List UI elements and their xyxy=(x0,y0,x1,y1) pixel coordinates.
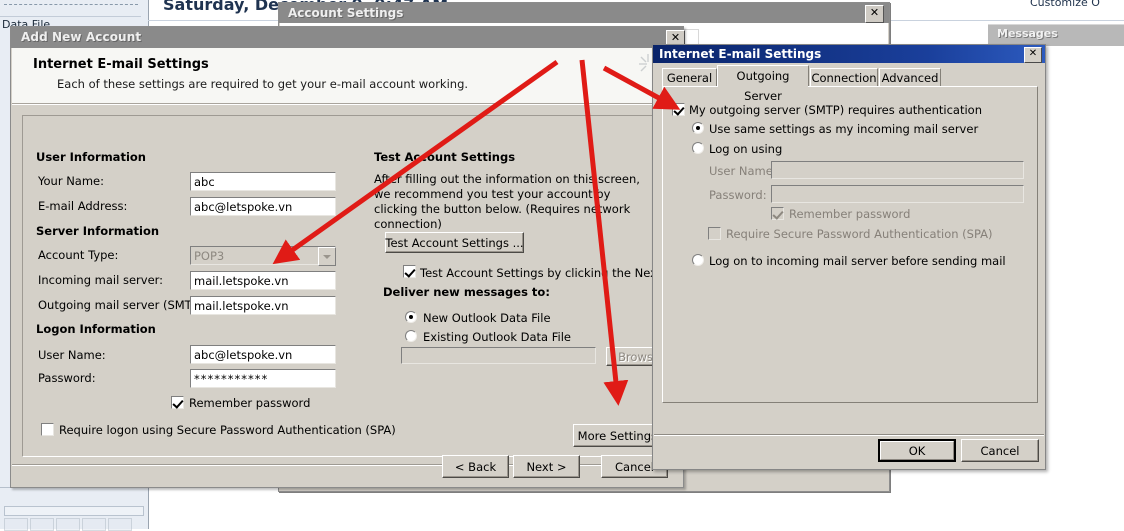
existing-outlook-data-file-radio[interactable] xyxy=(405,330,417,342)
section-logon-information: Logon Information xyxy=(36,322,156,336)
nav-pane-scrollbar[interactable] xyxy=(4,506,144,516)
logon-user-name-label: User Name: xyxy=(38,348,106,362)
next-button[interactable]: Next > xyxy=(513,455,580,478)
smtp-user-name-label: User Name: xyxy=(709,164,777,178)
tab-connection[interactable]: Connection xyxy=(810,68,878,86)
smtp-password-input[interactable] xyxy=(771,185,1024,203)
your-name-label: Your Name: xyxy=(38,174,105,188)
log-on-using-label: Log on using xyxy=(709,142,783,156)
account-type-label: Account Type: xyxy=(38,248,119,262)
nav-icon-tasks[interactable] xyxy=(82,518,106,531)
dialog-title: Internet E-mail Settings xyxy=(659,47,822,61)
account-settings-title: Account Settings xyxy=(288,6,404,20)
header-rule-light xyxy=(12,104,682,105)
tab-outgoing-server[interactable]: Outgoing Server xyxy=(717,65,809,103)
outgoing-mail-server-input[interactable]: mail.letspoke.vn xyxy=(190,296,336,315)
test-account-description: After filling out the information on thi… xyxy=(374,172,640,231)
spa-label: Require logon using Secure Password Auth… xyxy=(59,423,396,437)
section-test-account-settings: Test Account Settings xyxy=(374,150,516,164)
ok-button-label: OK xyxy=(880,441,954,460)
smtp-auth-label: My outgoing server (SMTP) requires authe… xyxy=(689,103,982,117)
smtp-user-name-input[interactable] xyxy=(771,161,1024,179)
smtp-password-label: Password: xyxy=(709,188,767,202)
dialog-footer-rule-light xyxy=(654,435,1044,436)
email-address-input[interactable]: abc@letspoke.vn xyxy=(190,197,336,216)
incoming-mail-server-input[interactable]: mail.letspoke.vn xyxy=(190,271,336,290)
nav-icon-calendar[interactable] xyxy=(30,518,54,531)
smtp-spa-label: Require Secure Password Authentication (… xyxy=(726,227,993,241)
log-on-using-radio[interactable] xyxy=(692,142,704,154)
nav-module-icons[interactable] xyxy=(2,518,146,531)
close-icon[interactable]: ✕ xyxy=(865,5,884,23)
chevron-down-icon[interactable] xyxy=(318,247,336,266)
new-outlook-data-file-radio[interactable] xyxy=(405,311,417,323)
logon-user-name-input[interactable]: abc@letspoke.vn xyxy=(190,345,336,364)
smtp-remember-password-label: Remember password xyxy=(789,207,911,221)
incoming-mail-server-label: Incoming mail server: xyxy=(38,273,164,287)
account-type-select[interactable]: POP3 xyxy=(190,246,336,265)
new-outlook-data-file-label: New Outlook Data File xyxy=(423,311,551,325)
tab-general[interactable]: General xyxy=(662,68,717,86)
remember-password-label: Remember password xyxy=(189,396,311,410)
use-same-settings-radio[interactable] xyxy=(692,122,704,134)
dialog-cancel-button[interactable]: Cancel xyxy=(961,439,1039,462)
back-button[interactable]: < Back xyxy=(442,455,509,478)
add-new-account-dialog[interactable]: Add New Account ✕ Internet E-mail Settin… xyxy=(10,26,703,488)
data-file-path-input[interactable] xyxy=(401,347,596,364)
your-name-input[interactable]: abc xyxy=(190,172,336,191)
email-address-label: E-mail Address: xyxy=(38,199,128,213)
nav-icon-contacts[interactable] xyxy=(56,518,80,531)
section-server-information: Server Information xyxy=(36,224,160,238)
internet-email-settings-dialog[interactable]: Internet E-mail Settings ✕ General Outgo… xyxy=(652,44,1046,470)
logon-password-input[interactable]: *********** xyxy=(190,369,336,388)
customize-outlook-link[interactable]: Customize O xyxy=(1030,0,1100,9)
outgoing-mail-server-label: Outgoing mail server (SMTP): xyxy=(38,298,208,312)
section-deliver-new-messages: Deliver new messages to: xyxy=(383,285,550,299)
sparkle-icon xyxy=(639,54,649,72)
footer-rule-light xyxy=(12,465,682,466)
use-same-settings-label: Use same settings as my incoming mail se… xyxy=(709,122,979,136)
page-title: Internet E-mail Settings xyxy=(33,57,209,72)
nav-pane-rule xyxy=(0,16,141,17)
close-icon[interactable]: ✕ xyxy=(1024,47,1042,63)
log-on-incoming-label: Log on to incoming mail server before se… xyxy=(709,254,1006,268)
nav-pane-divider xyxy=(4,4,138,5)
logon-password-label: Password: xyxy=(38,371,96,385)
remember-password-checkbox[interactable] xyxy=(171,396,184,409)
smtp-auth-checkbox[interactable] xyxy=(672,103,685,116)
nav-icon-mail[interactable] xyxy=(4,518,28,531)
existing-outlook-data-file-label: Existing Outlook Data File xyxy=(423,330,571,344)
smtp-remember-password-checkbox[interactable] xyxy=(771,207,784,220)
log-on-incoming-radio[interactable] xyxy=(692,254,704,266)
tab-advanced[interactable]: Advanced xyxy=(879,68,941,86)
section-user-information: User Information xyxy=(36,150,146,164)
smtp-spa-checkbox[interactable] xyxy=(708,227,721,240)
nav-icon-notes[interactable] xyxy=(108,518,132,531)
spa-checkbox[interactable] xyxy=(41,423,54,436)
test-account-settings-button[interactable]: Test Account Settings ... xyxy=(385,232,524,253)
messages-pane-title: Messages xyxy=(997,27,1058,40)
auto-test-checkbox[interactable] xyxy=(403,265,416,278)
page-subtitle: Each of these settings are required to g… xyxy=(57,77,469,91)
ok-button[interactable]: OK xyxy=(878,439,956,462)
wizard-title: Add New Account xyxy=(21,30,142,44)
